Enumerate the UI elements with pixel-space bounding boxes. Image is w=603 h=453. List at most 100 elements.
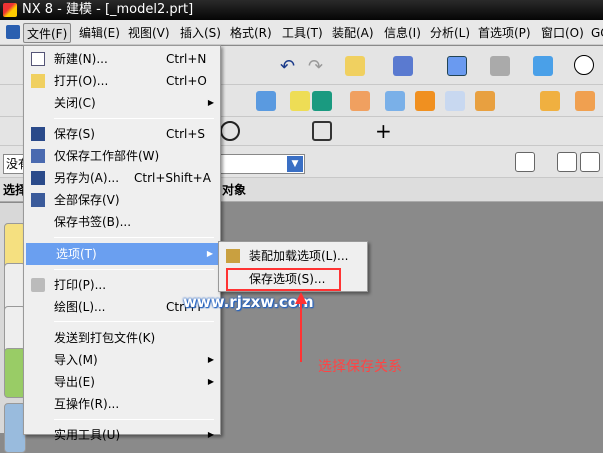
- separator: [54, 118, 214, 119]
- rectangle-icon[interactable]: [312, 121, 332, 141]
- menu-item-export[interactable]: 导出(E) ▶: [24, 371, 220, 393]
- menu-item-save-bookmark[interactable]: 保存书签(B)...: [24, 211, 220, 233]
- resource-bar: [0, 203, 26, 453]
- label: 选项(T): [56, 247, 97, 261]
- red-arrow-icon: [295, 292, 307, 362]
- shortcut: Ctrl+S: [166, 127, 206, 141]
- menu-window[interactable]: 窗口(O): [538, 23, 587, 43]
- label: 导出(E): [54, 375, 95, 389]
- menu-info[interactable]: 信息(I): [381, 23, 424, 43]
- menu-view[interactable]: 视图(V): [125, 23, 173, 43]
- menu-edit[interactable]: 编辑(E): [76, 23, 123, 43]
- menu-item-import[interactable]: 导入(M) ▶: [24, 349, 220, 371]
- submenu-arrow-icon: ▶: [207, 98, 214, 107]
- menu-file[interactable]: 文件(F): [23, 23, 72, 43]
- new-file-icon: [31, 52, 45, 66]
- shortcut: Ctrl+O: [166, 74, 207, 88]
- menu-item-close[interactable]: 关闭(C) ▶: [24, 92, 220, 114]
- menu-insert[interactable]: 插入(S): [177, 23, 224, 43]
- menu-analysis[interactable]: 分析(L): [427, 23, 473, 43]
- label: 绘图(L)...: [54, 300, 106, 314]
- trim-icon[interactable]: [445, 91, 465, 111]
- menu-item-send-to-package[interactable]: 发送到打包文件(K): [24, 327, 220, 349]
- title-bar: NX 8 - 建模 - [_model2.prt]: [0, 0, 603, 20]
- separator: [54, 419, 214, 420]
- submenu-arrow-icon: ▶: [207, 355, 214, 364]
- datum-icon[interactable]: [312, 91, 332, 111]
- shell-icon[interactable]: [475, 91, 495, 111]
- label: 保存书签(B)...: [54, 215, 132, 229]
- submenu-arrow-icon: ▶: [207, 430, 214, 439]
- background-icon[interactable]: [574, 55, 594, 75]
- chamfer-icon[interactable]: [540, 91, 560, 111]
- key-icon: [226, 249, 240, 263]
- menu-item-save[interactable]: 保存(S) Ctrl+S: [24, 123, 220, 145]
- move-icon[interactable]: [290, 91, 310, 111]
- menu-item-save-work-part[interactable]: 仅保存工作部件(W): [24, 145, 220, 167]
- printer-icon: [31, 278, 45, 292]
- open-folder-icon: [31, 74, 45, 88]
- file-menu: 新建(N)... Ctrl+N 打开(O)... Ctrl+O 关闭(C) ▶ 保存(…: [23, 45, 221, 442]
- redo-icon[interactable]: ↷: [308, 56, 328, 77]
- menu-bar: 文件(F) 编辑(E) 视图(V) 插入(S) 格式(R) 工具(T) 装配(A…: [0, 20, 603, 45]
- blend-icon[interactable]: [415, 91, 435, 111]
- menu-item-options[interactable]: 选项(T) ▶: [26, 243, 219, 265]
- save-all-icon: [31, 193, 45, 207]
- unite-icon[interactable]: [350, 91, 370, 111]
- menu-assembly[interactable]: 装配(A): [329, 23, 377, 43]
- label: 互操作(R)...: [54, 397, 120, 411]
- highlight-box: [226, 268, 341, 291]
- point-icon[interactable]: +: [375, 119, 395, 143]
- label: 打印(P)...: [54, 278, 107, 292]
- label: 实用工具(U): [54, 428, 121, 442]
- view-orientation-icon[interactable]: [533, 56, 553, 76]
- menu-item-assembly-load-options[interactable]: 装配加载选项(L)...: [219, 245, 367, 267]
- label: 另存为(A)...: [54, 171, 120, 185]
- surface-icon[interactable]: [385, 91, 405, 111]
- menu-tools[interactable]: 工具(T): [279, 23, 326, 43]
- save-as-icon: [31, 171, 45, 185]
- submenu-arrow-icon: ▶: [207, 377, 214, 386]
- undo-icon[interactable]: ↶: [280, 56, 300, 77]
- label: 保存(S): [54, 127, 95, 141]
- offset-icon[interactable]: [575, 91, 595, 111]
- submenu-arrow-icon: ▶: [206, 249, 213, 258]
- save-work-part-icon: [31, 149, 45, 163]
- extrude-icon[interactable]: [256, 91, 276, 111]
- label: 发送到打包文件(K): [54, 331, 156, 345]
- open-folder-icon[interactable]: [345, 56, 365, 76]
- render-style-icon[interactable]: [490, 56, 510, 76]
- chevron-down-icon[interactable]: ▼: [287, 156, 303, 172]
- menu-item-utilities[interactable]: 实用工具(U) ▶: [24, 424, 220, 446]
- menu-preferences[interactable]: 首选项(P): [475, 23, 534, 43]
- label: 仅保存工作部件(W): [54, 149, 160, 163]
- menu-item-save-as[interactable]: 另存为(A)... Ctrl+Shift+A: [24, 167, 220, 189]
- fit-view-icon[interactable]: [447, 56, 467, 76]
- menu-item-interoperation[interactable]: 互操作(R)...: [24, 393, 220, 415]
- label: 关闭(C): [54, 96, 96, 110]
- app-icon: [6, 25, 20, 39]
- window-title: NX 8 - 建模 - [_model2.prt]: [22, 2, 194, 17]
- label: 全部保存(V): [54, 193, 120, 207]
- shortcut: Ctrl+N: [166, 52, 207, 66]
- selection-object-label: 对象: [222, 183, 247, 197]
- menu-gc[interactable]: GC: [588, 23, 603, 43]
- circle-icon[interactable]: [220, 121, 240, 141]
- label: 新建(N)...: [54, 52, 108, 66]
- endpoint-icon[interactable]: [557, 152, 577, 172]
- nx-logo-icon: [3, 3, 17, 17]
- menu-item-new[interactable]: 新建(N)... Ctrl+N: [24, 48, 220, 70]
- info-icon[interactable]: [393, 56, 413, 76]
- label: 导入(M): [54, 353, 98, 367]
- label: 打开(O)...: [54, 74, 109, 88]
- menu-format[interactable]: 格式(R): [227, 23, 275, 43]
- midpoint-icon[interactable]: [580, 152, 600, 172]
- separator: [54, 321, 214, 322]
- menu-item-save-all[interactable]: 全部保存(V): [24, 189, 220, 211]
- snap-icon[interactable]: [515, 152, 535, 172]
- menu-item-open[interactable]: 打开(O)... Ctrl+O: [24, 70, 220, 92]
- separator: [54, 237, 214, 238]
- separator: [54, 269, 214, 270]
- annotation-note: 选择保存关系: [318, 359, 402, 375]
- save-icon: [31, 127, 45, 141]
